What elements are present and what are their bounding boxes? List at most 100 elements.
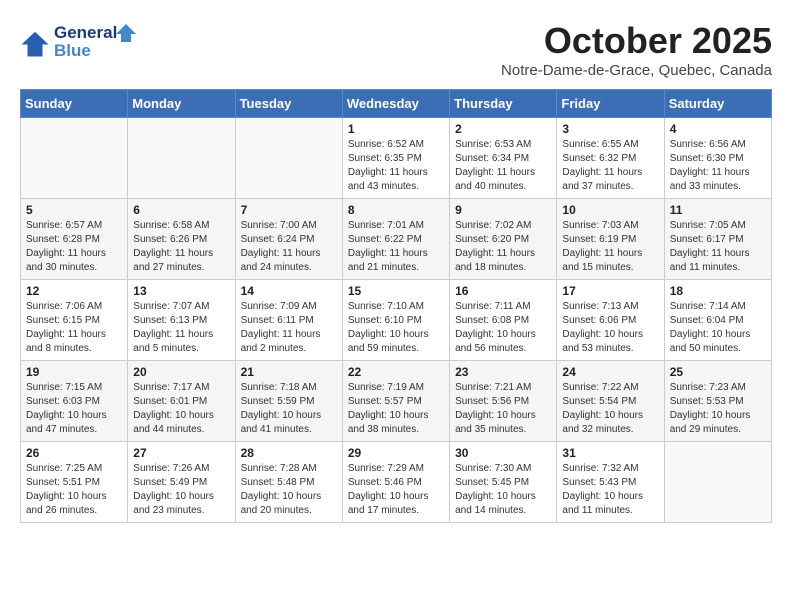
day-number: 25: [670, 365, 766, 379]
day-info: Sunrise: 7:02 AM Sunset: 6:20 PM Dayligh…: [455, 219, 551, 275]
day-number: 30: [455, 446, 551, 460]
day-number: 20: [133, 365, 229, 379]
day-info: Sunrise: 6:52 AM Sunset: 6:35 PM Dayligh…: [348, 138, 444, 194]
calendar-cell: 27 Sunrise: 7:26 AM Sunset: 5:49 PM Dayli…: [128, 442, 235, 523]
calendar-cell: 1 Sunrise: 6:52 AM Sunset: 6:35 PM Daylig…: [342, 118, 449, 199]
day-number: 19: [26, 365, 122, 379]
day-number: 22: [348, 365, 444, 379]
day-info: Sunrise: 7:25 AM Sunset: 5:51 PM Dayligh…: [26, 462, 122, 518]
day-info: Sunrise: 7:30 AM Sunset: 5:45 PM Dayligh…: [455, 462, 551, 518]
calendar-cell: 31 Sunrise: 7:32 AM Sunset: 5:43 PM Dayli…: [557, 442, 664, 523]
calendar-cell: 7 Sunrise: 7:00 AM Sunset: 6:24 PM Daylig…: [235, 199, 342, 280]
calendar-cell: 14 Sunrise: 7:09 AM Sunset: 6:11 PM Dayli…: [235, 280, 342, 361]
calendar-cell: 3 Sunrise: 6:55 AM Sunset: 6:32 PM Daylig…: [557, 118, 664, 199]
day-info: Sunrise: 6:58 AM Sunset: 6:26 PM Dayligh…: [133, 219, 229, 275]
weekday-header-sunday: Sunday: [21, 90, 128, 118]
calendar-week-row: 1 Sunrise: 6:52 AM Sunset: 6:35 PM Daylig…: [21, 118, 772, 199]
day-number: 31: [562, 446, 658, 460]
page-header: General Blue October 2025 Notre-Dame-de-…: [20, 20, 772, 79]
day-number: 18: [670, 284, 766, 298]
day-info: Sunrise: 7:15 AM Sunset: 6:03 PM Dayligh…: [26, 381, 122, 437]
day-number: 16: [455, 284, 551, 298]
day-info: Sunrise: 7:07 AM Sunset: 6:13 PM Dayligh…: [133, 300, 229, 356]
weekday-header-friday: Friday: [557, 90, 664, 118]
calendar-cell: 15 Sunrise: 7:10 AM Sunset: 6:10 PM Dayli…: [342, 280, 449, 361]
day-number: 28: [241, 446, 337, 460]
calendar-cell: 2 Sunrise: 6:53 AM Sunset: 6:34 PM Daylig…: [450, 118, 557, 199]
day-info: Sunrise: 7:28 AM Sunset: 5:48 PM Dayligh…: [241, 462, 337, 518]
day-number: 14: [241, 284, 337, 298]
day-number: 7: [241, 203, 337, 217]
calendar-title: October 2025: [501, 20, 772, 62]
calendar-cell: [664, 442, 771, 523]
day-number: 3: [562, 122, 658, 136]
day-info: Sunrise: 7:32 AM Sunset: 5:43 PM Dayligh…: [562, 462, 658, 518]
calendar-cell: 13Sunrise: 7:07 AM Sunset: 6:13 PM Dayli…: [128, 280, 235, 361]
day-info: Sunrise: 7:14 AM Sunset: 6:04 PM Dayligh…: [670, 300, 766, 356]
day-info: Sunrise: 7:13 AM Sunset: 6:06 PM Dayligh…: [562, 300, 658, 356]
day-info: Sunrise: 7:22 AM Sunset: 5:54 PM Dayligh…: [562, 381, 658, 437]
calendar-cell: 29 Sunrise: 7:29 AM Sunset: 5:46 PM Dayli…: [342, 442, 449, 523]
calendar-subtitle: Notre-Dame-de-Grace, Quebec, Canada: [501, 62, 772, 79]
day-number: 11: [670, 203, 766, 217]
weekday-header-wednesday: Wednesday: [342, 90, 449, 118]
calendar-cell: 5 Sunrise: 6:57 AM Sunset: 6:28 PM Daylig…: [21, 199, 128, 280]
day-info: Sunrise: 7:23 AM Sunset: 5:53 PM Dayligh…: [670, 381, 766, 437]
day-number: 8: [348, 203, 444, 217]
calendar-cell: 22 Sunrise: 7:19 AM Sunset: 5:57 PM Dayli…: [342, 361, 449, 442]
day-info: Sunrise: 7:00 AM Sunset: 6:24 PM Dayligh…: [241, 219, 337, 275]
calendar-week-row: 26Sunrise: 7:25 AM Sunset: 5:51 PM Dayli…: [21, 442, 772, 523]
day-info: Sunrise: 7:17 AM Sunset: 6:01 PM Dayligh…: [133, 381, 229, 437]
day-info: Sunrise: 6:56 AM Sunset: 6:30 PM Dayligh…: [670, 138, 766, 194]
calendar-cell: 30 Sunrise: 7:30 AM Sunset: 5:45 PM Dayli…: [450, 442, 557, 523]
calendar-cell: 12Sunrise: 7:06 AM Sunset: 6:15 PM Dayli…: [21, 280, 128, 361]
day-info: Sunrise: 7:11 AM Sunset: 6:08 PM Dayligh…: [455, 300, 551, 356]
weekday-header-row: SundayMondayTuesdayWednesdayThursdayFrid…: [21, 90, 772, 118]
day-info: Sunrise: 7:10 AM Sunset: 6:10 PM Dayligh…: [348, 300, 444, 356]
day-info: Sunrise: 7:03 AM Sunset: 6:19 PM Dayligh…: [562, 219, 658, 275]
weekday-header-tuesday: Tuesday: [235, 90, 342, 118]
calendar-cell: 9Sunrise: 7:02 AM Sunset: 6:20 PM Daylig…: [450, 199, 557, 280]
logo: General Blue: [20, 20, 144, 65]
svg-text:General: General: [54, 23, 117, 42]
calendar-table: SundayMondayTuesdayWednesdayThursdayFrid…: [20, 89, 772, 523]
day-info: Sunrise: 7:19 AM Sunset: 5:57 PM Dayligh…: [348, 381, 444, 437]
day-number: 5: [26, 203, 122, 217]
weekday-header-saturday: Saturday: [664, 90, 771, 118]
calendar-week-row: 5 Sunrise: 6:57 AM Sunset: 6:28 PM Daylig…: [21, 199, 772, 280]
day-info: Sunrise: 6:53 AM Sunset: 6:34 PM Dayligh…: [455, 138, 551, 194]
day-number: 1: [348, 122, 444, 136]
calendar-cell: 24 Sunrise: 7:22 AM Sunset: 5:54 PM Dayli…: [557, 361, 664, 442]
day-number: 4: [670, 122, 766, 136]
calendar-cell: 16 Sunrise: 7:11 AM Sunset: 6:08 PM Dayli…: [450, 280, 557, 361]
day-number: 6: [133, 203, 229, 217]
day-info: Sunrise: 7:29 AM Sunset: 5:46 PM Dayligh…: [348, 462, 444, 518]
calendar-cell: [128, 118, 235, 199]
calendar-cell: 25 Sunrise: 7:23 AM Sunset: 5:53 PM Dayli…: [664, 361, 771, 442]
day-info: Sunrise: 7:05 AM Sunset: 6:17 PM Dayligh…: [670, 219, 766, 275]
day-info: Sunrise: 7:06 AM Sunset: 6:15 PM Dayligh…: [26, 300, 122, 356]
calendar-week-row: 12Sunrise: 7:06 AM Sunset: 6:15 PM Dayli…: [21, 280, 772, 361]
calendar-cell: [21, 118, 128, 199]
day-info: Sunrise: 7:09 AM Sunset: 6:11 PM Dayligh…: [241, 300, 337, 356]
day-info: Sunrise: 7:01 AM Sunset: 6:22 PM Dayligh…: [348, 219, 444, 275]
day-number: 29: [348, 446, 444, 460]
day-number: 24: [562, 365, 658, 379]
day-info: Sunrise: 7:21 AM Sunset: 5:56 PM Dayligh…: [455, 381, 551, 437]
day-number: 21: [241, 365, 337, 379]
day-info: Sunrise: 7:26 AM Sunset: 5:49 PM Dayligh…: [133, 462, 229, 518]
calendar-cell: 19 Sunrise: 7:15 AM Sunset: 6:03 PM Dayli…: [21, 361, 128, 442]
day-number: 2: [455, 122, 551, 136]
calendar-cell: 4 Sunrise: 6:56 AM Sunset: 6:30 PM Daylig…: [664, 118, 771, 199]
calendar-cell: 26Sunrise: 7:25 AM Sunset: 5:51 PM Dayli…: [21, 442, 128, 523]
calendar-cell: 17 Sunrise: 7:13 AM Sunset: 6:06 PM Dayli…: [557, 280, 664, 361]
day-number: 15: [348, 284, 444, 298]
day-info: Sunrise: 6:55 AM Sunset: 6:32 PM Dayligh…: [562, 138, 658, 194]
day-number: 27: [133, 446, 229, 460]
day-info: Sunrise: 7:18 AM Sunset: 5:59 PM Dayligh…: [241, 381, 337, 437]
day-number: 17: [562, 284, 658, 298]
day-info: Sunrise: 6:57 AM Sunset: 6:28 PM Dayligh…: [26, 219, 122, 275]
calendar-cell: 8 Sunrise: 7:01 AM Sunset: 6:22 PM Daylig…: [342, 199, 449, 280]
calendar-cell: [235, 118, 342, 199]
calendar-cell: 10Sunrise: 7:03 AM Sunset: 6:19 PM Dayli…: [557, 199, 664, 280]
